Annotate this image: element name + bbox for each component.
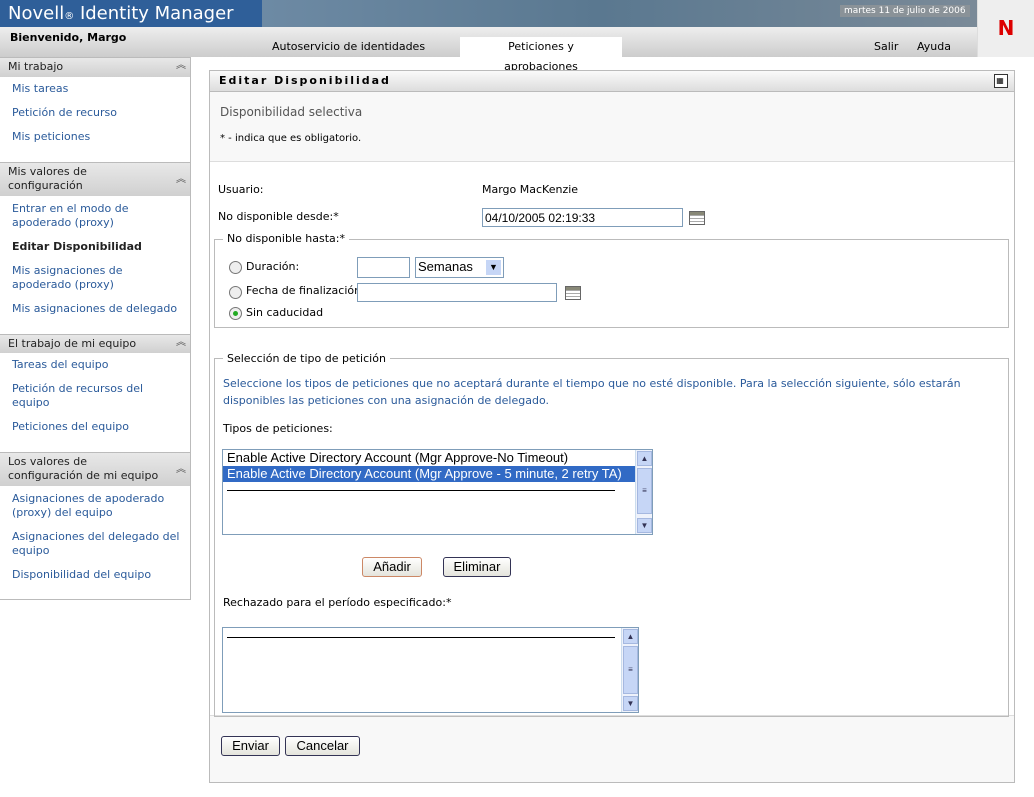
scroll-thumb[interactable]: ≡ xyxy=(623,646,638,694)
collapse-icon[interactable]: ︽ xyxy=(176,173,186,187)
section-my-settings[interactable]: Mis valores de configuración ︽ xyxy=(0,162,190,196)
duration-input[interactable] xyxy=(357,257,410,278)
end-date-input[interactable] xyxy=(357,283,557,302)
duration-radio[interactable] xyxy=(229,261,242,274)
panel-subtitle: Disponibilidad selectiva xyxy=(220,105,363,119)
sidebar-item-my-requests[interactable]: Mis peticiones xyxy=(12,130,182,144)
sidebar-item-team-delegate[interactable]: Asignaciones del delegado del equipo xyxy=(12,530,182,558)
submit-button[interactable]: Enviar xyxy=(221,736,280,756)
tab-requests-approvals[interactable]: Peticiones y aprobaciones xyxy=(460,37,622,73)
collapse-icon[interactable]: ︽ xyxy=(176,336,186,350)
rejected-list[interactable]: ▲ ≡ ▼ xyxy=(222,627,639,713)
tab-identity-self-service[interactable]: Autoservicio de identidades xyxy=(260,37,437,57)
sidebar-item-proxy-mode[interactable]: Entrar en el modo de apoderado (proxy) xyxy=(12,202,182,230)
section-title: El trabajo de mi equipo xyxy=(8,337,137,350)
scroll-down-icon[interactable]: ▼ xyxy=(623,696,638,711)
novell-logo: N xyxy=(977,0,1034,57)
panel-title-text: Editar Disponibilidad xyxy=(219,74,391,87)
sidebar: Mi trabajo ︽ Mis tareas Petición de recur… xyxy=(0,57,191,600)
scroll-up-icon[interactable]: ▲ xyxy=(637,451,652,466)
sidebar-item-my-delegate-assignments[interactable]: Mis asignaciones de delegado xyxy=(12,302,182,316)
calendar-icon[interactable] xyxy=(565,286,581,300)
section-title: Mi trabajo xyxy=(8,60,64,73)
duration-label: Duración: xyxy=(246,260,300,273)
scroll-down-icon[interactable]: ▼ xyxy=(637,518,652,533)
panel-menu-icon[interactable]: ▦ xyxy=(994,74,1008,88)
end-date-radio[interactable] xyxy=(229,286,242,299)
date: martes 11 de julio de 2006 xyxy=(840,5,970,17)
remove-button[interactable]: Eliminar xyxy=(443,557,511,577)
panel-title: Editar Disponibilidad ▦ xyxy=(210,71,1014,92)
app-title: Novell® Identity Manager xyxy=(8,3,234,24)
no-expiry-radio[interactable] xyxy=(229,307,242,320)
list-item[interactable]: Enable Active Directory Account (Mgr App… xyxy=(223,466,635,482)
request-types-list[interactable]: Enable Active Directory Account (Mgr App… xyxy=(222,449,653,535)
sidebar-item-my-proxy-assignments[interactable]: Mis asignaciones de apoderado (proxy) xyxy=(12,264,182,292)
from-label: No disponible desde:* xyxy=(218,210,339,223)
sidebar-item-team-requests[interactable]: Peticiones del equipo xyxy=(12,420,182,434)
end-date-label: Fecha de finalización: xyxy=(246,284,365,297)
list-item[interactable]: Enable Active Directory Account (Mgr App… xyxy=(223,450,652,466)
scroll-thumb[interactable]: ≡ xyxy=(637,468,652,514)
type-help-text: Seleccione los tipos de peticiones que n… xyxy=(223,377,961,407)
sidebar-item-team-tasks[interactable]: Tareas del equipo xyxy=(12,358,182,372)
user-label: Usuario: xyxy=(218,183,264,196)
add-button[interactable]: Añadir xyxy=(362,557,422,577)
sidebar-item-team-proxy[interactable]: Asignaciones de apoderado (proxy) del eq… xyxy=(12,492,182,520)
rejected-label: Rechazado para el período especificado:* xyxy=(223,596,452,609)
sidebar-item-edit-availability[interactable]: Editar Disponibilidad xyxy=(12,240,182,254)
scrollbar[interactable]: ▲ ≡ ▼ xyxy=(621,628,638,712)
scrollbar[interactable]: ▲ ≡ ▼ xyxy=(635,450,652,534)
from-date-input[interactable] xyxy=(482,208,683,227)
section-title: Los valores de configuración de mi equip… xyxy=(8,455,159,482)
required-note: * - indica que es obligatorio. xyxy=(220,133,362,144)
sidebar-item-my-tasks[interactable]: Mis tareas xyxy=(12,82,182,96)
duration-unit-select[interactable]: Semanas ▼ xyxy=(415,257,504,278)
section-team-work[interactable]: El trabajo de mi equipo ︽ xyxy=(0,334,190,353)
type-legend: Selección de tipo de petición xyxy=(223,352,390,365)
calendar-icon[interactable] xyxy=(689,211,705,225)
sidebar-item-team-resource-request[interactable]: Petición de recursos del equipo xyxy=(12,382,182,410)
sidebar-item-resource-request[interactable]: Petición de recurso xyxy=(12,106,182,120)
scroll-up-icon[interactable]: ▲ xyxy=(623,629,638,644)
until-legend: No disponible hasta:* xyxy=(223,232,349,245)
user-value: Margo MacKenzie xyxy=(482,183,579,196)
cancel-button[interactable]: Cancelar xyxy=(285,736,360,756)
edit-availability-panel: Editar Disponibilidad ▦ Disponibilidad s… xyxy=(209,70,1015,783)
types-label: Tipos de peticiones: xyxy=(223,422,333,435)
duration-unit-value: Semanas xyxy=(418,259,473,274)
section-title: Mis valores de configuración xyxy=(8,165,87,192)
form-area: Usuario: Margo MacKenzie No disponible d… xyxy=(210,161,1014,717)
divider xyxy=(227,637,615,638)
divider xyxy=(227,490,615,491)
help-link[interactable]: Ayuda xyxy=(917,40,951,53)
section-team-settings[interactable]: Los valores de configuración de mi equip… xyxy=(0,452,190,486)
no-expiry-label: Sin caducidad xyxy=(246,306,324,319)
collapse-icon[interactable]: ︽ xyxy=(176,463,186,477)
chevron-down-icon: ▼ xyxy=(486,260,501,275)
section-my-work[interactable]: Mi trabajo ︽ xyxy=(0,57,190,77)
sidebar-item-team-availability[interactable]: Disponibilidad del equipo xyxy=(12,568,182,582)
collapse-icon[interactable]: ︽ xyxy=(176,59,186,73)
logout-link[interactable]: Salir xyxy=(874,40,898,53)
welcome-text: Bienvenido, Margo xyxy=(10,31,127,44)
